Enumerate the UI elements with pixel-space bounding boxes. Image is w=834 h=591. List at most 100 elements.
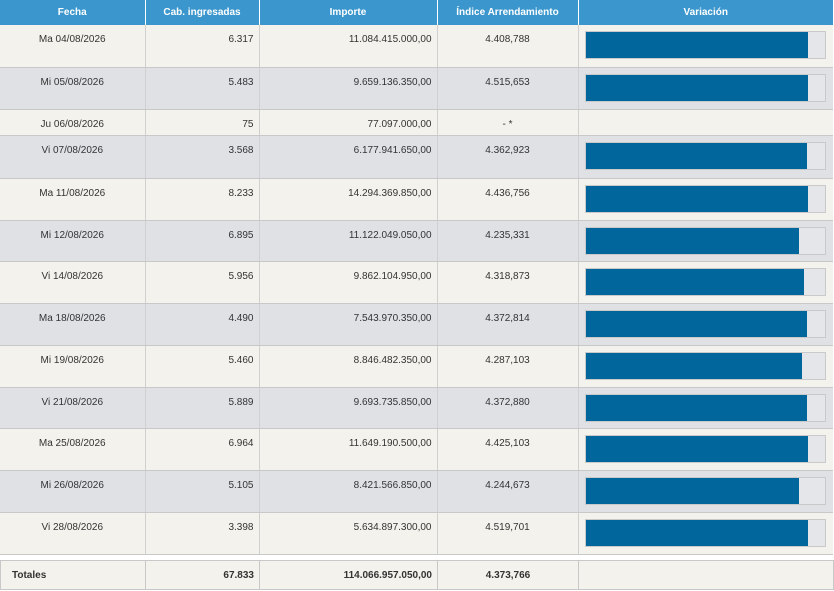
- cell-cabezas: 5.483: [145, 67, 260, 110]
- cell-variacion: [578, 428, 833, 471]
- variation-bar-fill: [585, 74, 808, 101]
- variation-bar: [584, 73, 826, 102]
- variation-bar: [584, 184, 826, 213]
- cell-cabezas: 75: [145, 109, 260, 136]
- variation-bar: [584, 309, 826, 338]
- cell-variacion: [578, 303, 833, 346]
- cell-cabezas: 6.895: [145, 220, 260, 262]
- table-row[interactable]: Vi 14/08/2026 5.956 9.862.104.950,00 4.318,…: [0, 261, 833, 304]
- variation-bar: [584, 476, 826, 505]
- cell-variacion: [578, 261, 833, 304]
- cell-indice: 4.425,103: [437, 428, 579, 471]
- cell-indice: 4.436,756: [437, 178, 579, 221]
- table-row[interactable]: Ma 25/08/2026 6.964 11.649.190.500,00 4.425…: [0, 428, 833, 471]
- cell-variacion: [578, 387, 833, 429]
- cell-indice: 4.235,331: [437, 220, 579, 262]
- cell-variacion: [578, 135, 833, 179]
- cell-cabezas: 6.317: [145, 25, 260, 68]
- cell-fecha: Mi 12/08/2026: [0, 220, 146, 262]
- variation-bar: [584, 393, 826, 422]
- table-row[interactable]: Vi 21/08/2026 5.889 9.693.735.850,00 4.372,…: [0, 387, 833, 429]
- header-variacion[interactable]: Variación: [578, 0, 833, 25]
- cell-cabezas: 8.233: [145, 178, 260, 221]
- cell-fecha: Vi 07/08/2026: [0, 135, 146, 179]
- cell-importe: 7.543.970.350,00: [259, 303, 438, 346]
- cell-fecha: Mi 05/08/2026: [0, 67, 146, 110]
- cell-importe: 5.634.897.300,00: [259, 512, 438, 555]
- variation-bar-fill: [585, 227, 800, 254]
- table-row[interactable]: Mi 26/08/2026 5.105 8.421.566.850,00 4.244,…: [0, 470, 833, 513]
- cell-variacion: [578, 470, 833, 513]
- cell-cabezas: 5.889: [145, 387, 260, 429]
- table-row[interactable]: Ju 06/08/2026 75 77.097.000,00- *: [0, 109, 833, 136]
- cell-cabezas: 5.460: [145, 345, 260, 388]
- variation-bar: [584, 518, 826, 547]
- table-row[interactable]: Vi 07/08/2026 3.568 6.177.941.650,00 4.362,…: [0, 135, 833, 179]
- cell-cabezas: 3.568: [145, 135, 260, 179]
- cell-cabezas: 3.398: [145, 512, 260, 555]
- cell-indice: 4.408,788: [437, 25, 579, 68]
- totals-indice: 4.373,766: [437, 560, 579, 590]
- variation-bar: [584, 141, 826, 170]
- cell-fecha: Vi 28/08/2026: [0, 512, 146, 555]
- cell-fecha: Ju 06/08/2026: [0, 109, 146, 136]
- cell-variacion: [578, 220, 833, 262]
- cell-importe: 11.122.049.050,00: [259, 220, 438, 262]
- cell-cabezas: 6.964: [145, 428, 260, 471]
- cell-variacion: [578, 67, 833, 110]
- cell-fecha: Ma 04/08/2026: [0, 25, 146, 68]
- variation-bar-fill: [585, 310, 807, 337]
- totals-label: Totales: [0, 560, 146, 590]
- totals-table: Totales 67.833 114.066.957.050,00 4.373,…: [0, 560, 834, 590]
- cell-variacion: [578, 512, 833, 555]
- cell-indice: 4.515,653: [437, 67, 579, 110]
- totals-importe: 114.066.957.050,00: [259, 560, 438, 590]
- cell-importe: 8.421.566.850,00: [259, 470, 438, 513]
- table-header-row: Fecha Cab. ingresadas Importe Índice Arr…: [0, 0, 833, 25]
- variation-bar: [584, 267, 826, 296]
- cell-variacion: [578, 25, 833, 68]
- variation-bar: [584, 226, 826, 255]
- cell-variacion: [578, 109, 833, 136]
- totals-variacion-cell: [578, 560, 834, 590]
- cell-cabezas: 5.105: [145, 470, 260, 513]
- cell-importe: 11.649.190.500,00: [259, 428, 438, 471]
- header-importe[interactable]: Importe: [259, 0, 438, 25]
- variation-bar-fill: [585, 477, 800, 504]
- cell-variacion: [578, 345, 833, 388]
- cell-fecha: Ma 18/08/2026: [0, 303, 146, 346]
- cell-indice: - *: [437, 109, 579, 136]
- variation-bar-fill: [585, 185, 808, 212]
- table-body: Ma 04/08/2026 6.317 11.084.415.000,00 4.408…: [0, 25, 833, 555]
- cell-cabezas: 4.490: [145, 303, 260, 346]
- cell-importe: 9.693.735.850,00: [259, 387, 438, 429]
- table-row[interactable]: Ma 04/08/2026 6.317 11.084.415.000,00 4.408…: [0, 25, 833, 68]
- variation-bar-fill: [585, 394, 807, 421]
- cell-importe: 9.862.104.950,00: [259, 261, 438, 304]
- cell-cabezas: 5.956: [145, 261, 260, 304]
- variation-bar-fill: [585, 519, 808, 546]
- header-indice[interactable]: Índice Arrendamiento: [437, 0, 579, 25]
- totals-row: Totales 67.833 114.066.957.050,00 4.373,…: [0, 560, 834, 590]
- totals-cabezas: 67.833: [145, 560, 260, 590]
- cell-fecha: Vi 14/08/2026: [0, 261, 146, 304]
- table-row[interactable]: Mi 05/08/2026 5.483 9.659.136.350,00 4.515,…: [0, 67, 833, 110]
- table-row[interactable]: Ma 18/08/2026 4.490 7.543.970.350,00 4.372,…: [0, 303, 833, 346]
- header-fecha[interactable]: Fecha: [0, 0, 146, 25]
- cell-importe: 9.659.136.350,00: [259, 67, 438, 110]
- variation-bar-fill: [585, 268, 805, 295]
- variation-bar-fill: [585, 352, 802, 379]
- cell-indice: 4.362,923: [437, 135, 579, 179]
- cell-fecha: Mi 26/08/2026: [0, 470, 146, 513]
- cell-fecha: Vi 21/08/2026: [0, 387, 146, 429]
- table-row[interactable]: Ma 11/08/2026 8.233 14.294.369.850,00 4.436…: [0, 178, 833, 221]
- cell-importe: 11.084.415.000,00: [259, 25, 438, 68]
- cell-indice: 4.287,103: [437, 345, 579, 388]
- variation-bar: [584, 434, 826, 463]
- table-row[interactable]: Mi 19/08/2026 5.460 8.846.482.350,00 4.287,…: [0, 345, 833, 388]
- cell-indice: 4.318,873: [437, 261, 579, 304]
- table-row[interactable]: Mi 12/08/2026 6.895 11.122.049.050,00 4.235…: [0, 220, 833, 262]
- cell-importe: 8.846.482.350,00: [259, 345, 438, 388]
- table-row[interactable]: Vi 28/08/2026 3.398 5.634.897.300,00 4.519,…: [0, 512, 833, 555]
- header-cabezas[interactable]: Cab. ingresadas: [145, 0, 260, 25]
